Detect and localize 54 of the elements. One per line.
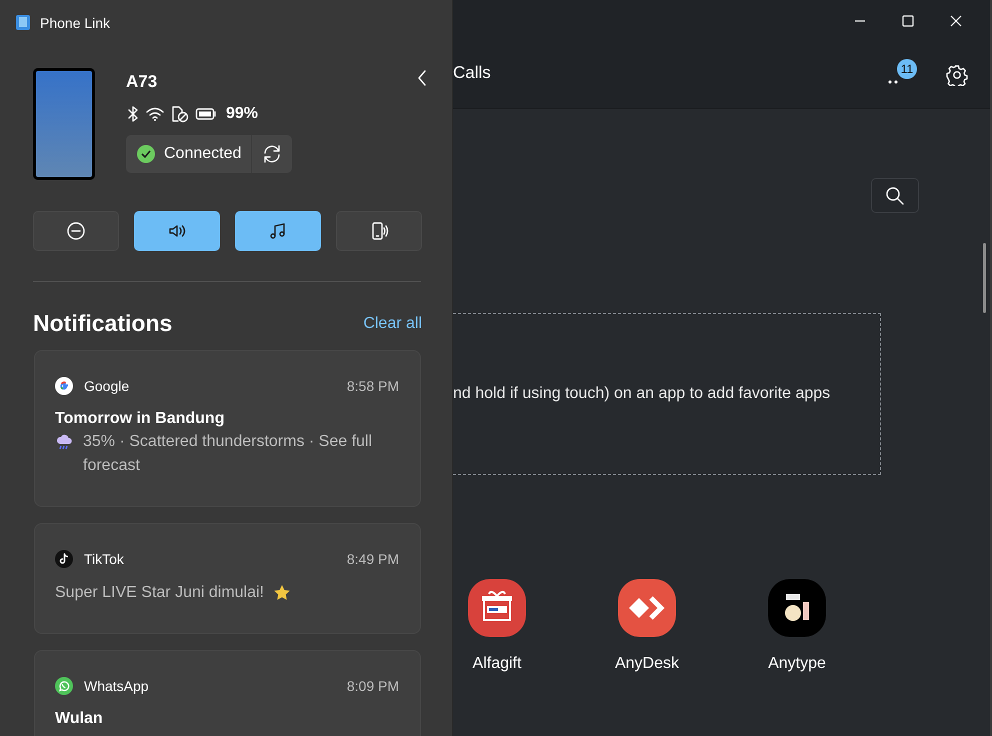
whatsapp-logo-icon bbox=[55, 677, 73, 695]
phone-link-logo-icon bbox=[14, 14, 32, 32]
battery-icon bbox=[195, 107, 217, 121]
circle-bar-app-icon bbox=[768, 579, 826, 637]
notification-text: Super LIVE Star Juni dimulai! bbox=[55, 583, 264, 603]
app-name: Google bbox=[84, 378, 130, 394]
minus-circle-icon bbox=[66, 221, 86, 241]
close-icon[interactable] bbox=[950, 15, 962, 27]
app-tile[interactable]: Alfagift bbox=[453, 579, 541, 673]
section-heading: Notifications bbox=[33, 310, 174, 337]
quick-action-button[interactable] bbox=[134, 211, 220, 251]
wifi-icon bbox=[145, 106, 165, 122]
app-tile[interactable]: Anytype bbox=[753, 579, 841, 673]
notification-time: 8:09 PM bbox=[346, 678, 399, 694]
search-icon bbox=[885, 186, 905, 206]
sim-blocked-icon bbox=[170, 105, 190, 123]
status-label: Connected bbox=[164, 145, 242, 163]
back-button[interactable] bbox=[417, 68, 427, 88]
maximize-icon[interactable] bbox=[902, 15, 914, 27]
quick-action-button[interactable] bbox=[235, 211, 321, 251]
settings-button[interactable] bbox=[946, 64, 968, 86]
quick-action-button[interactable] bbox=[33, 211, 119, 251]
notification-card[interactable]: Google 8:58 PM Tomorrow in Bandung 35% · Scattered thunderstorms · See full forecast bbox=[34, 350, 421, 507]
notification-text: 35% · Scattered thunderstorms · See full forecast bbox=[83, 432, 374, 476]
refresh-icon bbox=[262, 144, 282, 164]
device-name: A73 bbox=[126, 72, 158, 92]
app-name: TikTok bbox=[84, 551, 125, 567]
diamond-chevron-app-icon bbox=[618, 579, 676, 637]
notification-title: Wulan bbox=[55, 709, 104, 729]
notification-time: 8:58 PM bbox=[346, 378, 399, 394]
notification-time: 8:49 PM bbox=[346, 551, 399, 567]
scrollbar-thumb[interactable] bbox=[983, 243, 986, 313]
star-icon bbox=[272, 583, 292, 603]
search-button[interactable] bbox=[871, 178, 919, 213]
chevron-left-icon bbox=[417, 70, 427, 86]
app-tile[interactable]: AnyDesk bbox=[603, 579, 691, 673]
app-name: WhatsApp bbox=[84, 678, 150, 694]
clear-all-link[interactable]: Clear all bbox=[363, 314, 422, 332]
favorites-hint: nd hold if using touch) on an app to add favorite apps bbox=[453, 385, 830, 403]
calls-tab[interactable]: Calls bbox=[453, 62, 888, 88]
battery-level: 99% bbox=[226, 105, 258, 123]
window-title: Phone Link bbox=[40, 14, 110, 30]
more-button[interactable]: 11 bbox=[888, 60, 916, 90]
more-icon bbox=[888, 80, 898, 84]
notification-badge: 11 bbox=[897, 59, 917, 79]
gift-app-icon bbox=[468, 579, 526, 637]
notification-card[interactable]: TikTok 8:49 PM Super LIVE Star Juni dimulai! bbox=[34, 523, 421, 634]
notification-card[interactable]: WhatsApp 8:09 PM Wulan bbox=[34, 650, 421, 736]
quick-action-button[interactable] bbox=[336, 211, 422, 251]
notification-title: Tomorrow in Bandung bbox=[55, 409, 226, 429]
tiktok-logo-icon bbox=[55, 550, 73, 568]
settings-icon bbox=[946, 64, 968, 86]
google-logo-icon bbox=[55, 377, 73, 395]
bluetooth-icon bbox=[126, 105, 140, 123]
